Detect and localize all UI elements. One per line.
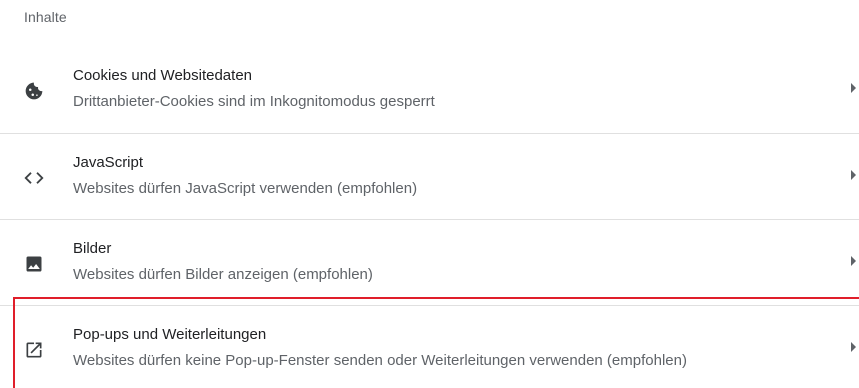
setting-title: Bilder xyxy=(73,240,112,257)
setting-title: Cookies und Websitedaten xyxy=(73,67,253,84)
open-in-new-icon xyxy=(22,338,46,362)
setting-title: Pop-ups und Weiterleitungen xyxy=(73,326,267,343)
code-icon xyxy=(22,166,46,190)
chevron-right-icon[interactable] xyxy=(851,256,856,266)
setting-subtitle: Websites dürfen Bilder anzeigen (empfohl… xyxy=(73,266,373,283)
setting-row-images[interactable]: Bilder Websites dürfen Bilder anzeigen (… xyxy=(0,219,859,305)
setting-title: JavaScript xyxy=(73,154,144,171)
cookie-icon xyxy=(22,79,46,103)
setting-row-javascript[interactable]: JavaScript Websites dürfen JavaScript ve… xyxy=(0,133,859,219)
setting-subtitle: Websites dürfen keine Pop-up-Fenster sen… xyxy=(73,352,687,369)
setting-row-popups[interactable]: Pop-ups und Weiterleitungen Websites dür… xyxy=(0,305,859,388)
setting-row-cookies[interactable]: Cookies und Websitedaten Drittanbieter-C… xyxy=(0,47,859,133)
chevron-right-icon[interactable] xyxy=(851,342,856,352)
setting-subtitle: Drittanbieter-Cookies sind im Inkognitom… xyxy=(73,93,435,110)
section-title: Inhalte xyxy=(24,9,67,25)
image-icon xyxy=(22,252,46,276)
chevron-right-icon[interactable] xyxy=(851,170,856,180)
settings-page: Inhalte Cookies und Websitedaten Drittan… xyxy=(0,0,859,388)
setting-subtitle: Websites dürfen JavaScript verwenden (em… xyxy=(73,180,418,197)
chevron-right-icon[interactable] xyxy=(851,83,856,93)
